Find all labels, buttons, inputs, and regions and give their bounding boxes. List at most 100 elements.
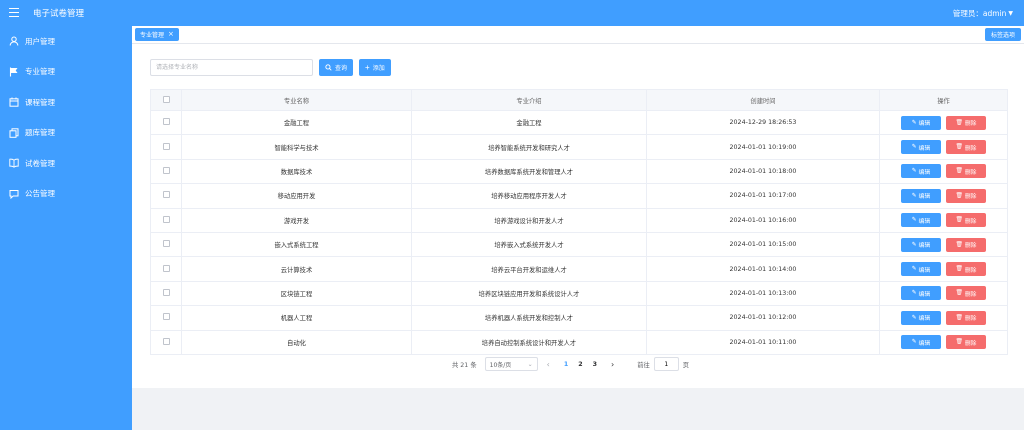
delete-button[interactable]: 🗑 删除 [946, 164, 986, 179]
sidebar-item[interactable]: 试卷管理 [0, 148, 132, 179]
edit-icon: ✎ [911, 192, 917, 199]
actions-cell: ✎ 编辑 🗑 删除 [879, 159, 1008, 185]
goto-page-input[interactable] [653, 357, 679, 371]
query-button[interactable]: 查询 [319, 59, 354, 76]
row-checkbox[interactable] [162, 142, 170, 150]
delete-label: 删除 [964, 194, 977, 201]
delete-button[interactable]: 🗑 删除 [946, 237, 986, 252]
row-checkbox[interactable] [162, 118, 170, 126]
close-icon[interactable]: × [168, 31, 174, 38]
row-select-cell [150, 256, 182, 282]
trash-icon: 🗑 [955, 266, 963, 273]
delete-button[interactable]: 🗑 删除 [946, 140, 986, 155]
row-checkbox[interactable] [162, 166, 170, 174]
major-intro-cell: 培养智能系统开发和研究人才 [411, 134, 647, 160]
table-row: 智能科学与技术 培养智能系统开发和研究人才 2024-01-01 10:19:00 ✎… [150, 134, 1008, 160]
delete-button[interactable]: 🗑 删除 [946, 213, 986, 228]
edit-icon: ✎ [911, 314, 917, 321]
sidebar-item[interactable]: 公告管理 [0, 179, 132, 210]
edit-label: 编辑 [918, 243, 931, 250]
row-select-cell [150, 183, 182, 209]
trash-icon: 🗑 [955, 168, 963, 175]
add-button[interactable]: + 添加 [359, 59, 391, 76]
edit-button[interactable]: ✎ 编辑 [901, 164, 941, 179]
row-checkbox[interactable] [162, 191, 170, 199]
sidebar-item[interactable]: 专业管理 [0, 57, 132, 88]
edit-icon: ✎ [911, 290, 917, 297]
delete-button[interactable]: 🗑 删除 [946, 188, 986, 203]
sidebar-item[interactable]: 题库管理 [0, 118, 132, 149]
delete-button[interactable]: 🗑 删除 [946, 310, 986, 325]
calendar-icon [9, 97, 19, 107]
edit-button[interactable]: ✎ 编辑 [901, 262, 941, 277]
delete-button[interactable]: 🗑 删除 [946, 335, 986, 350]
edit-label: 编辑 [918, 340, 931, 347]
delete-button[interactable]: 🗑 删除 [946, 286, 986, 301]
total-count: 共 21 条 [452, 361, 477, 369]
edit-icon: ✎ [911, 217, 917, 224]
edit-button[interactable]: ✎ 编辑 [901, 310, 941, 325]
major-intro-cell: 培养嵌入式系统开发人才 [411, 232, 647, 258]
major-name-cell: 自动化 [181, 330, 412, 355]
major-intro-cell: 培养云平台开发和运维人才 [411, 256, 647, 282]
trash-icon: 🗑 [955, 144, 963, 151]
created-time-cell: 2024-01-01 10:11:00 [646, 330, 880, 355]
edit-icon: ✎ [911, 266, 917, 273]
row-checkbox[interactable] [162, 313, 170, 321]
page-size-value: 10条/页 [489, 361, 512, 369]
row-select-cell [150, 281, 182, 307]
table-row: 嵌入式系统工程 培养嵌入式系统开发人才 2024-01-01 10:15:00 ✎ 编辑… [150, 232, 1008, 258]
trash-icon: 🗑 [955, 339, 963, 346]
row-select-cell [150, 208, 182, 233]
edit-button[interactable]: ✎ 编辑 [901, 335, 941, 350]
delete-button[interactable]: 🗑 删除 [946, 262, 986, 277]
next-page-icon[interactable]: › [611, 360, 614, 369]
row-checkbox[interactable] [162, 240, 170, 248]
trash-icon: 🗑 [955, 241, 963, 248]
row-checkbox[interactable] [162, 288, 170, 296]
sidebar-item[interactable]: 用户管理 [0, 26, 132, 57]
row-checkbox[interactable] [162, 337, 170, 345]
page-number[interactable]: 2 [578, 361, 582, 368]
select-all-checkbox[interactable] [162, 95, 170, 103]
delete-button[interactable]: 🗑 删除 [946, 115, 986, 130]
edit-button[interactable]: ✎ 编辑 [901, 213, 941, 228]
edit-label: 编辑 [918, 267, 931, 274]
search-input[interactable] [150, 59, 313, 76]
main-panel: 查询 + 添加 专业名称 专业介绍 创建时间 操作 金融工程金融工程2024-1… [132, 44, 1024, 388]
page-number[interactable]: 1 [564, 361, 568, 368]
edit-button[interactable]: ✎ 编辑 [901, 188, 941, 203]
menu-toggle-icon[interactable] [9, 8, 23, 18]
app-title: 电子试卷管理 [33, 9, 85, 19]
add-label: 添加 [372, 66, 385, 72]
pagination: 共 21 条 10条/页 ⌄ ‹ 1 2 3 › 前往 页 [452, 357, 689, 371]
sidebar-item-label: 试卷管理 [25, 158, 55, 168]
delete-label: 删除 [964, 340, 977, 347]
sidebar-item-label: 用户管理 [25, 36, 55, 46]
table-row: 云计算技术 培养云平台开发和运维人才 2024-01-01 10:14:00 ✎ 编辑 🗑… [150, 256, 1008, 282]
column-header: 操作 [879, 89, 1008, 111]
edit-button[interactable]: ✎ 编辑 [901, 286, 941, 301]
prev-page-icon[interactable]: ‹ [547, 360, 550, 369]
created-time-cell: 2024-01-01 10:16:00 [646, 208, 880, 233]
tab-major-management[interactable]: 专业管理 × [135, 28, 179, 41]
edit-icon: ✎ [911, 144, 917, 151]
edit-button[interactable]: ✎ 编辑 [901, 115, 941, 130]
sidebar-item-label: 课程管理 [25, 97, 55, 107]
actions-cell: ✎ 编辑 🗑 删除 [879, 256, 1008, 282]
page-number[interactable]: 3 [593, 361, 597, 368]
edit-button[interactable]: ✎ 编辑 [901, 237, 941, 252]
major-name-cell: 嵌入式系统工程 [181, 232, 412, 258]
user-menu[interactable]: 管理员：admin ▼ [953, 8, 1013, 19]
page-size-select[interactable]: 10条/页 ⌄ [484, 357, 538, 371]
query-label: 查询 [335, 66, 348, 72]
search-icon [325, 64, 332, 71]
column-header: 专业介绍 [411, 89, 647, 111]
row-checkbox[interactable] [162, 264, 170, 272]
trash-icon: 🗑 [955, 217, 963, 224]
tab-options-button[interactable]: 标签选项 [984, 28, 1021, 41]
delete-label: 删除 [964, 267, 977, 274]
edit-button[interactable]: ✎ 编辑 [901, 140, 941, 155]
sidebar-item[interactable]: 课程管理 [0, 87, 132, 118]
row-checkbox[interactable] [162, 215, 170, 223]
